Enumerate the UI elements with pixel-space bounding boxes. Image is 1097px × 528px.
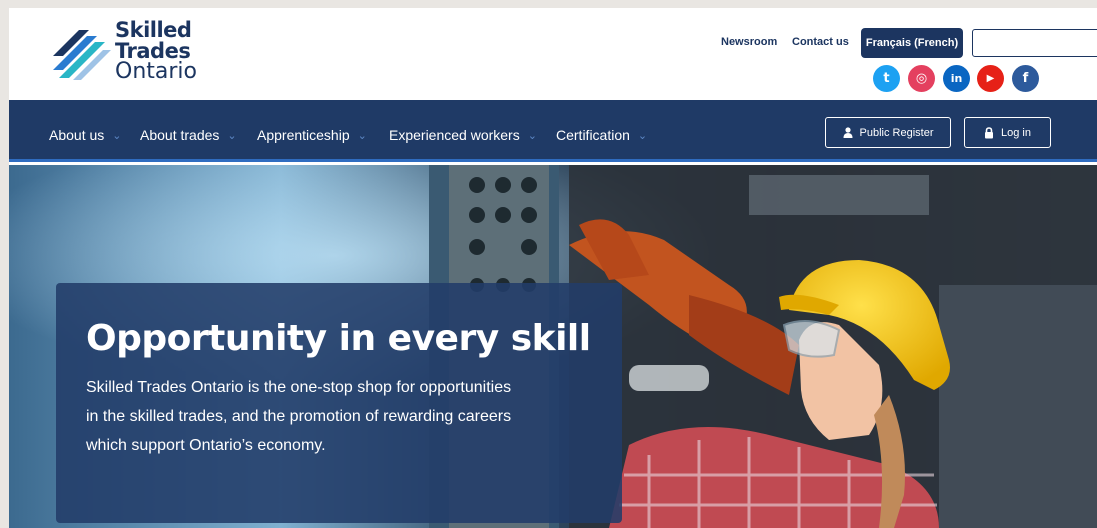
linkedin-icon[interactable]: in: [943, 65, 970, 92]
public-register-label: Public Register: [859, 126, 934, 139]
nav-label: About us: [49, 127, 105, 143]
chevron-down-icon: ⌄: [112, 129, 122, 142]
public-register-button[interactable]: Public Register: [825, 117, 951, 148]
main-navigation: About us ⌄ About trades ⌄ Apprenticeship…: [9, 100, 1097, 162]
logo-word-ontario: Ontario: [115, 59, 197, 84]
hero-description: Skilled Trades Ontario is the one-stop s…: [86, 373, 586, 460]
youtube-icon[interactable]: ▶: [977, 65, 1004, 92]
nav-label: Certification: [556, 127, 630, 143]
nav-label: Experienced workers: [389, 127, 520, 143]
chevron-down-icon: ⌄: [357, 129, 367, 142]
hero-card: Opportunity in every skill Skilled Trade…: [56, 283, 622, 523]
hero-banner: Opportunity in every skill Skilled Trade…: [9, 165, 1097, 528]
contact-us-link[interactable]: Contact us: [792, 36, 849, 48]
site-header: Skilled Trades Ontario Newsroom Contact …: [9, 8, 1097, 100]
hero-description-line: Skilled Trades Ontario is the one-stop s…: [86, 378, 512, 396]
hero-description-line: in the skilled trades, and the promotion…: [86, 407, 512, 425]
logo-mark-icon: [53, 30, 111, 80]
nav-item-experienced-workers[interactable]: Experienced workers ⌄: [389, 127, 537, 143]
language-toggle-button[interactable]: Français (French): [861, 28, 963, 58]
site-logo[interactable]: Skilled Trades Ontario: [53, 20, 223, 84]
hero-title: Opportunity in every skill: [86, 318, 591, 359]
nav-label: About trades: [140, 127, 220, 143]
logo-wordmark: Skilled Trades Ontario: [115, 20, 197, 83]
login-label: Log in: [1001, 126, 1031, 139]
chevron-down-icon: ⌄: [527, 129, 537, 142]
logo-word-skilled: Skilled: [115, 18, 192, 42]
hero-description-line: which support Ontario’s economy.: [86, 436, 326, 454]
nav-item-certification[interactable]: Certification ⌄: [556, 127, 647, 143]
nav-item-about-trades[interactable]: About trades ⌄: [140, 127, 237, 143]
facebook-icon[interactable]: f: [1012, 65, 1039, 92]
nav-item-about-us[interactable]: About us ⌄: [49, 127, 121, 143]
instagram-icon[interactable]: ◎: [908, 65, 935, 92]
search-input[interactable]: [972, 29, 1097, 57]
login-button[interactable]: Log in: [964, 117, 1051, 148]
user-icon: [843, 127, 852, 138]
utility-bar: Newsroom Contact us Français (French): [597, 28, 1097, 58]
social-links: t ◎ in ▶ f: [873, 65, 1043, 92]
twitter-icon[interactable]: t: [873, 65, 900, 92]
newsroom-link[interactable]: Newsroom: [721, 36, 777, 48]
nav-item-apprenticeship[interactable]: Apprenticeship ⌄: [257, 127, 367, 143]
lock-icon: [985, 126, 993, 138]
nav-label: Apprenticeship: [257, 127, 350, 143]
browser-viewport: Skilled Trades Ontario Newsroom Contact …: [9, 8, 1097, 528]
chevron-down-icon: ⌄: [637, 129, 648, 142]
chevron-down-icon: ⌄: [227, 129, 237, 142]
